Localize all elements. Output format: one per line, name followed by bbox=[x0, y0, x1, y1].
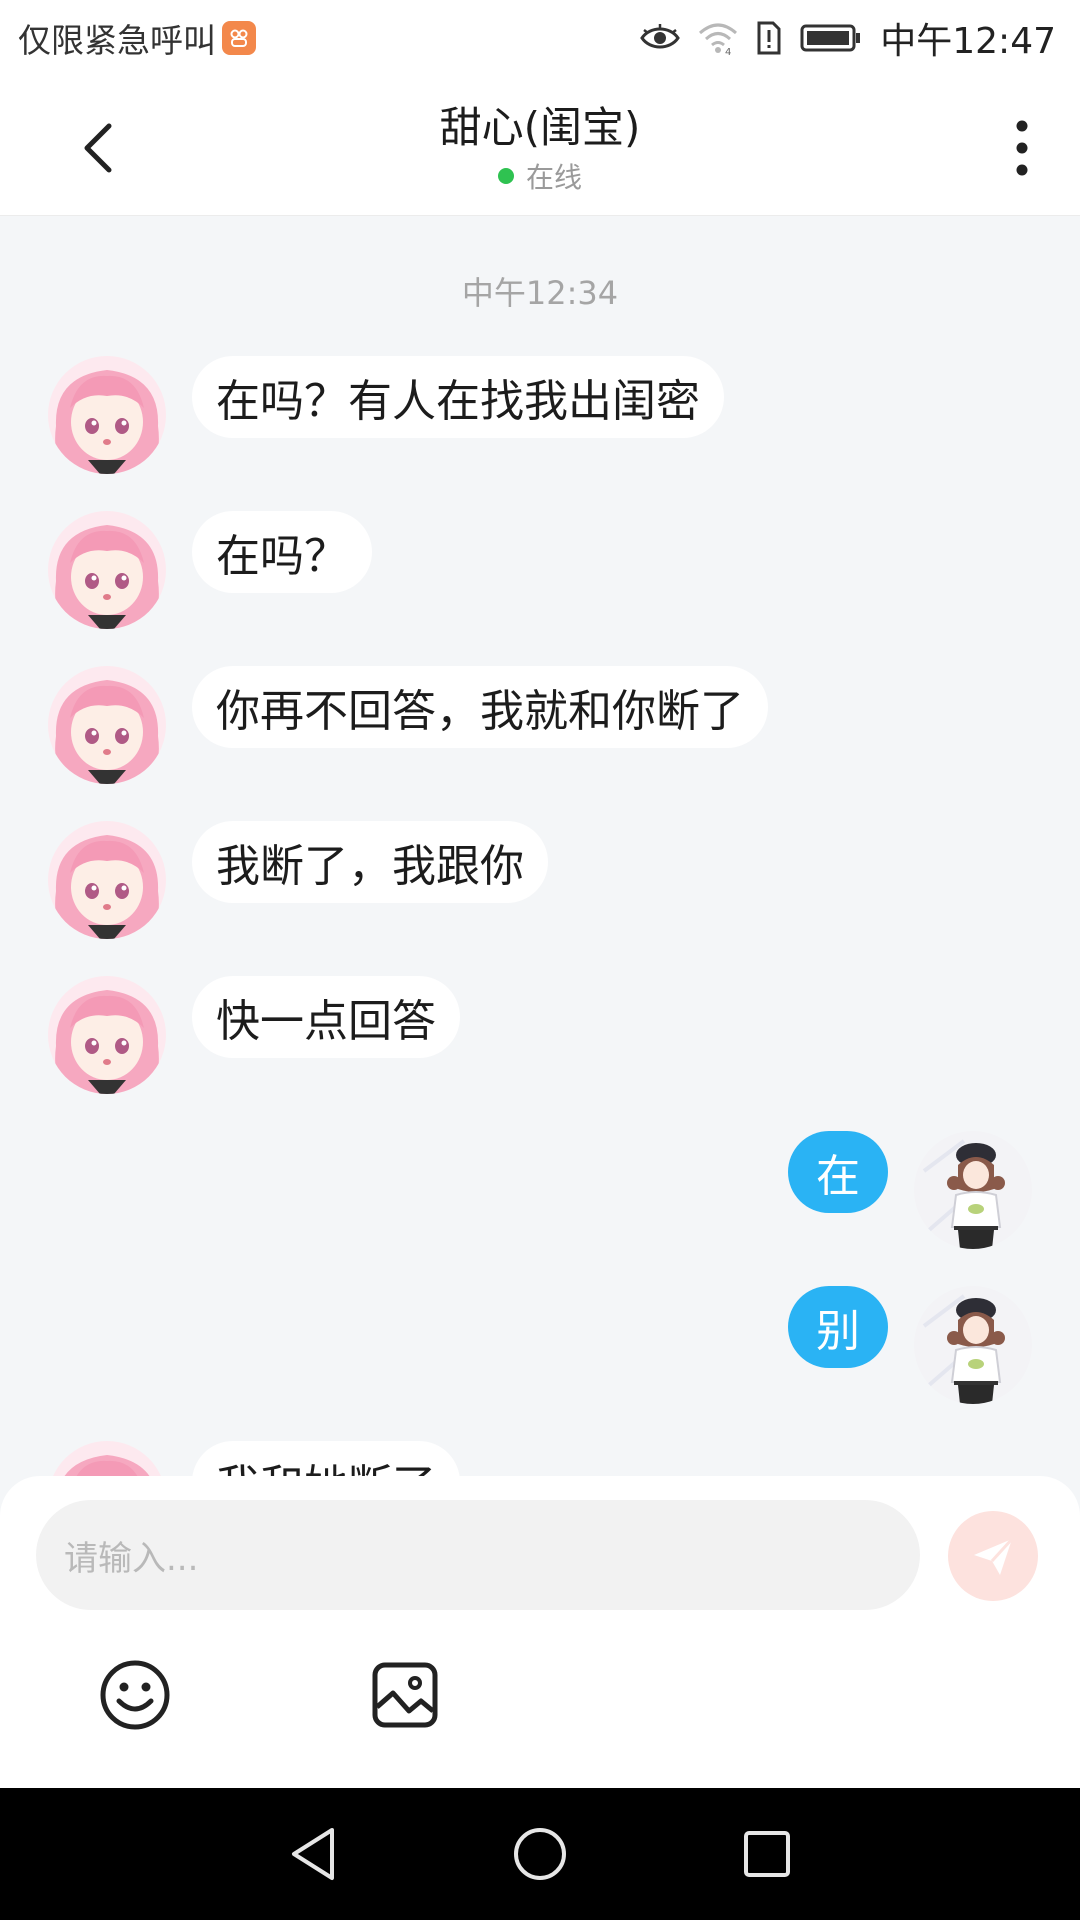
message-bubble[interactable]: 在吗？有人在找我出闺密 bbox=[192, 356, 724, 438]
input-placeholder: 请输入... bbox=[64, 1538, 199, 1579]
home-circle-icon bbox=[513, 1828, 566, 1880]
time-separator: 中午12:34 bbox=[461, 274, 619, 312]
back-triangle-icon bbox=[292, 1828, 335, 1880]
more-button[interactable] bbox=[990, 108, 1054, 188]
contact-avatar[interactable] bbox=[48, 821, 166, 939]
image-icon bbox=[372, 1662, 438, 1728]
contact-name: 甜心(闺宝) bbox=[439, 103, 641, 152]
wifi-icon: 4 bbox=[698, 21, 738, 55]
battery-icon bbox=[800, 23, 862, 53]
message-bubble[interactable]: 在吗？ bbox=[192, 511, 372, 593]
contact-avatar[interactable] bbox=[48, 1441, 166, 1476]
nav-back-button[interactable] bbox=[273, 1814, 353, 1894]
eye-icon bbox=[640, 24, 681, 52]
status-time: 中午12:47 bbox=[880, 21, 1056, 62]
message-row-incoming: 你再不回答，我就和你断了 bbox=[0, 666, 1080, 786]
status-left: 仅限紧急呼叫 bbox=[18, 14, 256, 62]
send-icon bbox=[974, 1537, 1014, 1575]
online-dot bbox=[497, 168, 514, 184]
contact-avatar[interactable] bbox=[48, 356, 166, 474]
message-row-outgoing: 别 bbox=[0, 1286, 1080, 1406]
chat-header: 甜心(闺宝) 在线 bbox=[0, 76, 1080, 216]
contact-avatar[interactable] bbox=[48, 976, 166, 1094]
recents-square-icon bbox=[743, 1831, 790, 1877]
status-bar: 仅限紧急呼叫 4 中午12:47 bbox=[0, 0, 1080, 76]
contact-avatar[interactable] bbox=[48, 511, 166, 629]
input-panel: 请输入... bbox=[0, 1476, 1080, 1788]
message-row-incoming: 我和她断了 bbox=[0, 1441, 1080, 1476]
image-button[interactable] bbox=[366, 1656, 444, 1734]
nav-home-button[interactable] bbox=[500, 1814, 580, 1894]
message-bubble[interactable]: 你再不回答，我就和你断了 bbox=[192, 666, 768, 748]
carrier-text: 仅限紧急呼叫 bbox=[18, 21, 216, 60]
online-status-text: 在线 bbox=[525, 161, 582, 194]
svg-text:4: 4 bbox=[725, 47, 731, 55]
message-row-incoming: 快一点回答 bbox=[0, 976, 1080, 1096]
system-nav-bar bbox=[0, 1788, 1080, 1920]
user-avatar[interactable] bbox=[914, 1131, 1032, 1249]
message-row-incoming: 我断了，我跟你 bbox=[0, 821, 1080, 941]
message-input[interactable]: 请输入... bbox=[36, 1500, 920, 1610]
emoji-button[interactable] bbox=[96, 1656, 174, 1734]
message-bubble[interactable]: 快一点回答 bbox=[192, 976, 460, 1058]
message-bubble[interactable]: 别 bbox=[788, 1286, 888, 1368]
message-bubble[interactable]: 在 bbox=[788, 1131, 888, 1213]
user-avatar[interactable] bbox=[914, 1286, 1032, 1404]
message-row-incoming: 在吗？有人在找我出闺密 bbox=[0, 356, 1080, 476]
contact-avatar[interactable] bbox=[48, 666, 166, 784]
message-bubble[interactable]: 我断了，我跟你 bbox=[192, 821, 548, 903]
message-row-outgoing: 在 bbox=[0, 1131, 1080, 1251]
online-status: 在线 bbox=[0, 156, 1080, 196]
emoji-icon bbox=[100, 1660, 170, 1730]
message-list[interactable]: 中午12:34 在吗？有人在找我出闺密 在吗？ 你再不回答，我就和你断了 我断了… bbox=[0, 216, 1080, 1476]
message-bubble[interactable]: 我和她断了 bbox=[192, 1441, 460, 1476]
sim-alert-icon bbox=[756, 20, 782, 56]
message-row-incoming: 在吗？ bbox=[0, 511, 1080, 631]
nav-recents-button[interactable] bbox=[727, 1814, 807, 1894]
send-button[interactable] bbox=[948, 1511, 1038, 1601]
more-vertical-icon bbox=[1016, 120, 1028, 176]
app-badge-icon bbox=[222, 21, 256, 55]
status-right: 4 中午12:47 bbox=[640, 12, 1056, 64]
